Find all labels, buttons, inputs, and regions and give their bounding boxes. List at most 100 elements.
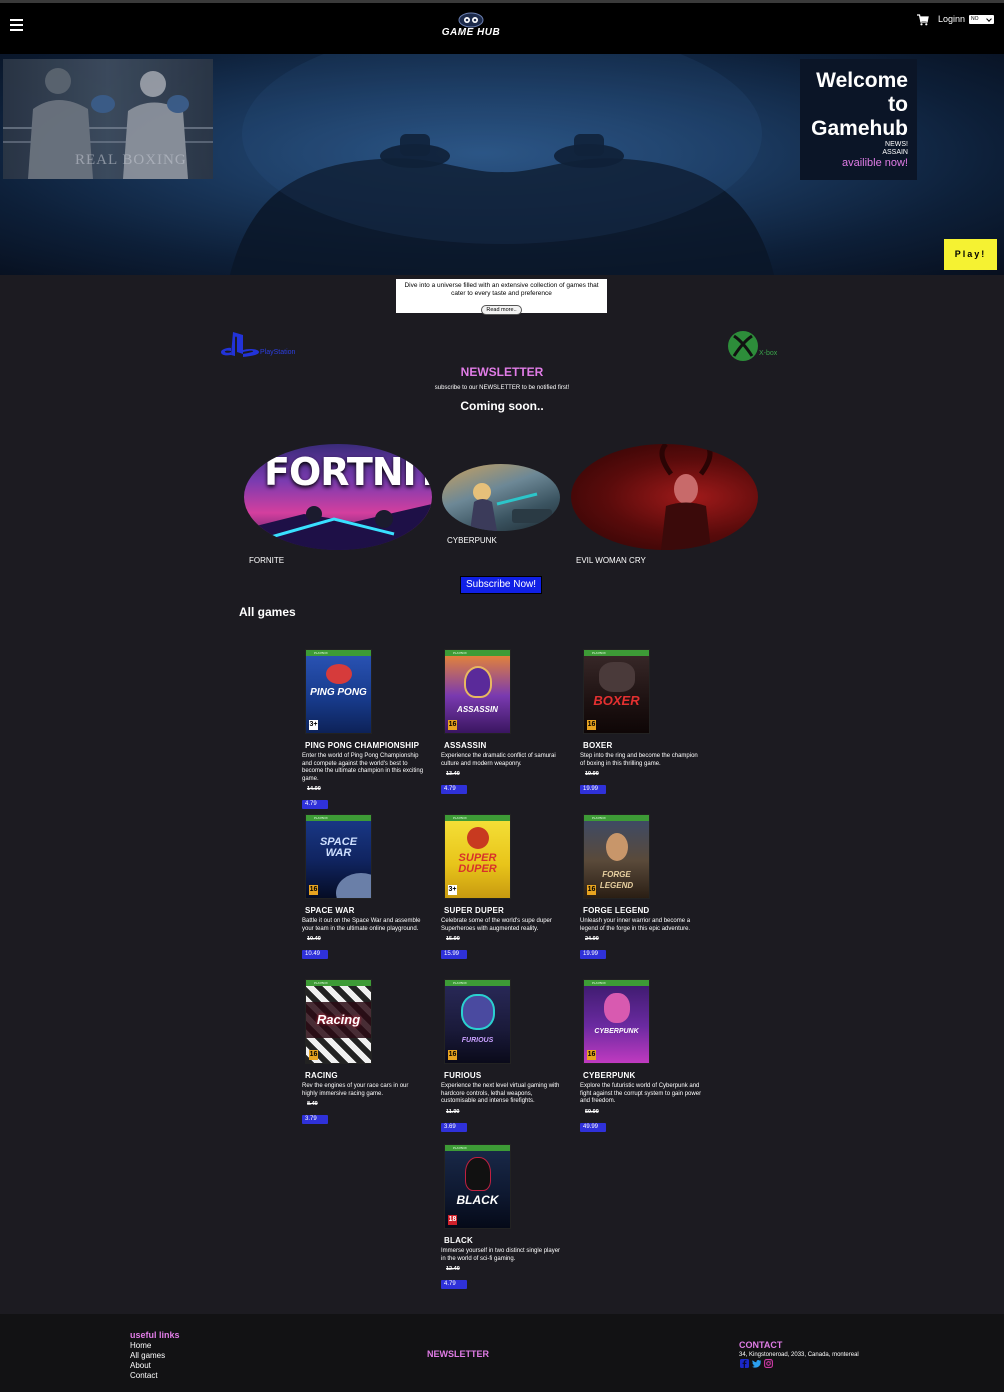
price-button[interactable]: 4.79 (302, 800, 328, 809)
age-rating: 3+ (448, 885, 457, 895)
logo-text: GAME HUB (441, 27, 501, 38)
game-cover[interactable]: PLAYBOX BOXER 16 (583, 649, 650, 734)
old-price: 15.99 (446, 936, 460, 942)
footer-contact-title: CONTACT (739, 1340, 783, 1350)
game-cover[interactable]: PLAYBOX Racing 16 (305, 979, 372, 1064)
price-button[interactable]: 15.99 (441, 950, 467, 959)
game-cover-title: PING PONG (310, 687, 367, 698)
game-cover-title: CYBERPUNK (594, 1028, 639, 1035)
newsletter-subtitle: subscribe to our NEWSLETTER to be notifi… (434, 385, 570, 391)
game-card-ping-pong: PLAYBOX PING PONG 3+ PING PONG CHAMPIONS… (302, 649, 427, 810)
play-button[interactable]: Play! (944, 239, 997, 270)
old-price: 12.49 (446, 1266, 460, 1272)
game-card-space-war: PLAYBOX SPACE WAR 16 SPACE WAR Battle it… (302, 814, 427, 960)
game-cover[interactable]: PLAYBOX SUPER DUPER 3+ (444, 814, 511, 899)
upcoming-fortnite-label: FORNITE (249, 556, 285, 565)
game-cover[interactable]: PLAYBOX ASSASSIN 16 (444, 649, 511, 734)
cart-icon[interactable] (917, 14, 929, 26)
instagram-icon[interactable] (764, 1359, 773, 1368)
xbox-logo-icon[interactable] (727, 330, 787, 362)
coming-soon-heading: Coming soon.. (460, 399, 544, 413)
login-link[interactable]: Loginn (938, 14, 965, 24)
game-cover-title: SPACE WAR (319, 836, 358, 859)
twitter-icon[interactable] (752, 1359, 761, 1368)
all-games-title: All games (239, 605, 296, 619)
contact-address: 34, Kingstoneroad, 2033, Canada, montere… (739, 1352, 859, 1358)
price-button[interactable]: 4.79 (441, 1280, 467, 1289)
game-name[interactable]: SUPER DUPER (444, 906, 566, 915)
intro-box: Dive into a universe filled with an exte… (396, 279, 607, 315)
old-price: 11.99 (446, 1108, 460, 1115)
age-rating: 16 (309, 1050, 318, 1060)
price-button[interactable]: 4.79 (441, 785, 467, 794)
game-cover[interactable]: PLAYBOX CYBERPUNK 16 (583, 979, 650, 1064)
footer-newsletter-title[interactable]: NEWSLETTER (427, 1349, 489, 1359)
subscribe-button[interactable]: Subscribe Now! (460, 576, 542, 594)
age-rating: 16 (448, 720, 457, 730)
game-cover-title: BLACK (456, 1193, 499, 1207)
boxing-text: REAL BOXING (75, 152, 187, 168)
game-description: Explore the futuristic world of Cyberpun… (580, 1083, 702, 1104)
old-price: 24.99 (585, 936, 599, 942)
game-description: Experience the dramatic conflict of samu… (441, 753, 556, 767)
game-name[interactable]: BOXER (583, 741, 705, 750)
game-cover[interactable]: PLAYBOX FORGE LEGEND 16 (583, 814, 650, 899)
game-cover[interactable]: PLAYBOX PING PONG 3+ (305, 649, 372, 734)
game-cover[interactable]: PLAYBOX BLACK 18 (444, 1144, 511, 1229)
game-description: Immerse yourself in two distinct single … (441, 1248, 561, 1262)
game-cover[interactable]: PLAYBOX SPACE WAR 16 (305, 814, 372, 899)
game-name[interactable]: CYBERPUNK (583, 1071, 705, 1080)
playstation-label: PlayStation (260, 349, 296, 356)
game-description: Rev the engines of your race cars in our… (302, 1083, 409, 1097)
game-cover[interactable]: PLAYBOX FURIOUS 16 (444, 979, 511, 1064)
game-name[interactable]: PING PONG CHAMPIONSHIP (305, 741, 427, 750)
price-button[interactable]: 19.99 (580, 785, 606, 794)
footer-link-about[interactable]: About (130, 1361, 151, 1370)
upcoming-evil-woman-cry-label: EVIL WOMAN CRY (576, 556, 646, 565)
language-select[interactable]: NO (969, 15, 994, 24)
game-description: Experience the next level virtual gaming… (441, 1083, 560, 1104)
facebook-icon[interactable] (740, 1359, 749, 1368)
age-rating: 3+ (309, 720, 318, 730)
game-name[interactable]: FORGE LEGEND (583, 906, 705, 915)
upcoming-evil-woman-cry-image[interactable] (571, 444, 758, 550)
upcoming-fortnite-image[interactable]: FORTNITE (244, 444, 432, 550)
price-button[interactable]: 10.49 (302, 950, 328, 959)
age-rating: 16 (587, 720, 596, 730)
game-cover-title: Racing (316, 1012, 361, 1027)
price-button[interactable]: 3.79 (302, 1115, 328, 1124)
old-price: 8.49 (307, 1101, 318, 1107)
footer-link-all-games[interactable]: All games (130, 1351, 165, 1360)
read-more-button[interactable]: Read more.. (481, 305, 522, 315)
game-card-cyberpunk: PLAYBOX CYBERPUNK 16 CYBERPUNK Explore t… (580, 979, 705, 1133)
cyberpunk-scene (470, 483, 552, 531)
age-rating: 16 (587, 885, 596, 895)
menu-icon[interactable] (10, 19, 23, 31)
news-label: NEWS! (885, 141, 908, 148)
hero-banner: REAL BOXING Welcome to Gamehub NEWS! ASS… (0, 54, 1004, 275)
fortnite-cover-text: FORTNITE (264, 450, 432, 494)
game-card-super-duper: PLAYBOX SUPER DUPER 3+ SUPER DUPER Celeb… (441, 814, 566, 960)
game-name[interactable]: ASSASSIN (444, 741, 566, 750)
price-button[interactable]: 49.99 (580, 1122, 606, 1132)
intro-text: Dive into a universe filled with an exte… (404, 282, 599, 297)
game-name[interactable]: FURIOUS (444, 1071, 566, 1080)
game-name[interactable]: BLACK (444, 1236, 566, 1245)
price-button[interactable]: 19.99 (580, 950, 606, 959)
old-price: 19.99 (585, 771, 599, 777)
boxing-thumbnail[interactable]: REAL BOXING (3, 59, 213, 179)
game-cover-title: SUPER DUPER (458, 852, 497, 875)
footer-link-home[interactable]: Home (130, 1341, 151, 1350)
game-name[interactable]: SPACE WAR (305, 906, 427, 915)
game-description: Battle it out on the Space War and assem… (302, 918, 421, 932)
footer-links-title: useful links (130, 1330, 180, 1340)
site-logo[interactable]: GAME HUB (441, 12, 501, 48)
game-description: Enter the world of Ping Pong Championshi… (302, 753, 424, 782)
welcome-box: Welcome to Gamehub NEWS! ASSAIN availibl… (800, 59, 917, 180)
game-description: Celebrate some of the world's supe duper… (441, 918, 552, 932)
footer-link-contact[interactable]: Contact (130, 1371, 158, 1380)
upcoming-cyberpunk-image[interactable] (442, 464, 560, 531)
game-name[interactable]: RACING (305, 1071, 427, 1080)
game-card-assassin: PLAYBOX ASSASSIN 16 ASSASSIN Experience … (441, 649, 566, 795)
price-button[interactable]: 3.69 (441, 1122, 467, 1132)
